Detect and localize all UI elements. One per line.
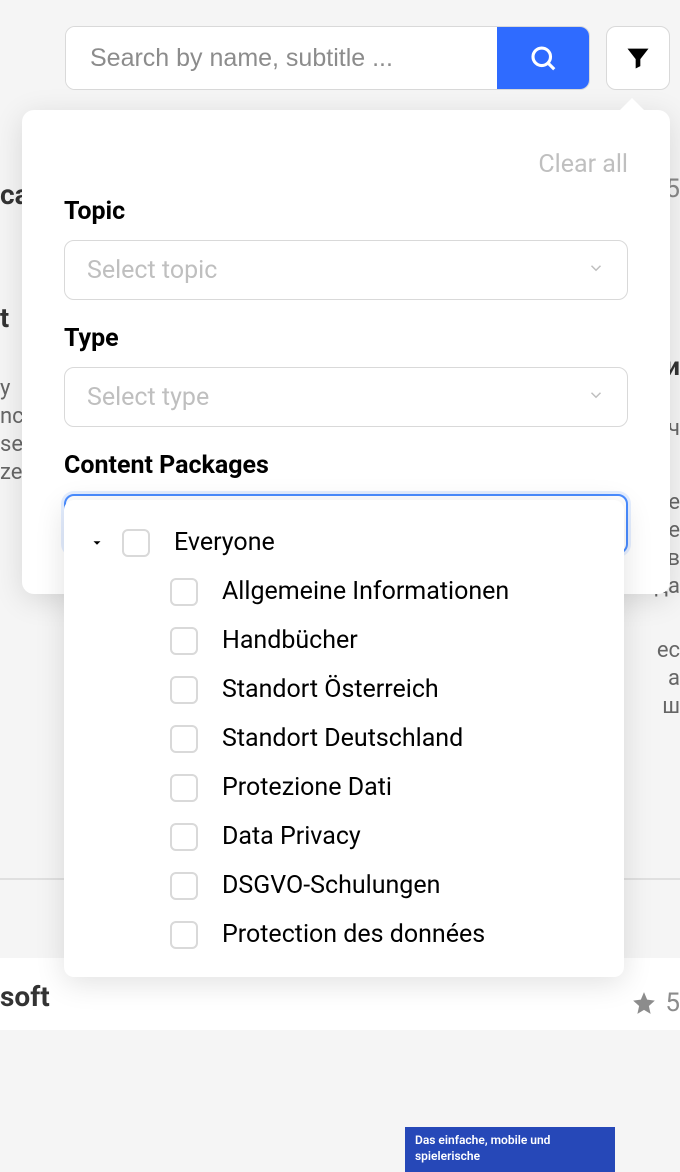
tree-item[interactable]: Standort Österreich bbox=[64, 665, 624, 714]
tree-item-label: Allgemeine Informationen bbox=[222, 577, 509, 606]
bg-text: е bbox=[668, 490, 680, 515]
bg-text: se bbox=[0, 432, 23, 457]
checkbox[interactable] bbox=[170, 823, 198, 851]
tree-item[interactable]: Data Privacy bbox=[64, 812, 624, 861]
checkbox[interactable] bbox=[122, 529, 150, 557]
bg-text: soft bbox=[0, 980, 50, 1013]
topic-select[interactable]: Select topic bbox=[64, 240, 628, 300]
bg-text: а bbox=[668, 666, 680, 691]
filter-icon bbox=[624, 44, 652, 72]
tree-item-label: Protezione Dati bbox=[222, 773, 392, 802]
tree-item-label: Standort Österreich bbox=[222, 675, 439, 704]
tree-item-label: Everyone bbox=[174, 528, 275, 557]
tree-item[interactable]: Protection des données bbox=[64, 910, 624, 959]
bg-text: y bbox=[0, 376, 10, 401]
tree-item-label: Standort Deutschland bbox=[222, 724, 463, 753]
type-select[interactable]: Select type bbox=[64, 367, 628, 427]
bg-text: t bbox=[0, 302, 9, 334]
bg-text: ze bbox=[0, 460, 22, 485]
content-packages-dropdown: Everyone Allgemeine Informationen Handbü… bbox=[64, 500, 624, 977]
topic-label: Topic bbox=[64, 197, 628, 226]
bg-text: ш bbox=[662, 694, 680, 719]
checkbox[interactable] bbox=[170, 725, 198, 753]
tree-item-label: Protection des données bbox=[222, 920, 485, 949]
rating-display: 5 bbox=[631, 988, 680, 1018]
bg-text: nc bbox=[0, 404, 24, 429]
tree-item[interactable]: Protezione Dati bbox=[64, 763, 624, 812]
bg-text: ес bbox=[657, 638, 680, 663]
bg-text: е bbox=[668, 518, 680, 543]
tree-item[interactable]: DSGVO-Schulungen bbox=[64, 861, 624, 910]
search-input[interactable] bbox=[66, 27, 497, 89]
topic-select-placeholder: Select topic bbox=[87, 256, 217, 285]
content-packages-label: Content Packages bbox=[64, 451, 628, 480]
tree-item-root[interactable]: Everyone bbox=[64, 518, 624, 567]
tree-item[interactable]: Standort Deutschland bbox=[64, 714, 624, 763]
checkbox[interactable] bbox=[170, 872, 198, 900]
bg-banner: Das einfache, mobile und spielerische bbox=[405, 1127, 615, 1172]
rating-value: 5 bbox=[665, 988, 680, 1018]
checkbox[interactable] bbox=[170, 627, 198, 655]
type-select-placeholder: Select type bbox=[87, 383, 209, 412]
checkbox[interactable] bbox=[170, 676, 198, 704]
search-container bbox=[65, 26, 590, 90]
filter-group-type: Type Select type bbox=[64, 324, 628, 427]
checkbox[interactable] bbox=[170, 578, 198, 606]
tree-item-label: DSGVO-Schulungen bbox=[222, 871, 440, 900]
filter-group-topic: Topic Select topic bbox=[64, 197, 628, 300]
checkbox[interactable] bbox=[170, 921, 198, 949]
search-icon bbox=[528, 43, 558, 73]
chevron-down-icon bbox=[587, 386, 605, 408]
tree-item[interactable]: Allgemeine Informationen bbox=[64, 567, 624, 616]
filter-toggle-button[interactable] bbox=[606, 26, 670, 90]
clear-all-button[interactable]: Clear all bbox=[64, 150, 628, 179]
chevron-down-icon bbox=[587, 259, 605, 281]
tree-item[interactable]: Handbücher bbox=[64, 616, 624, 665]
search-button[interactable] bbox=[497, 27, 589, 89]
type-label: Type bbox=[64, 324, 628, 353]
tree-item-label: Data Privacy bbox=[222, 822, 361, 851]
checkbox[interactable] bbox=[170, 774, 198, 802]
star-icon bbox=[631, 990, 657, 1016]
tree-item-label: Handbücher bbox=[222, 626, 358, 655]
caret-down-icon[interactable] bbox=[88, 536, 106, 550]
